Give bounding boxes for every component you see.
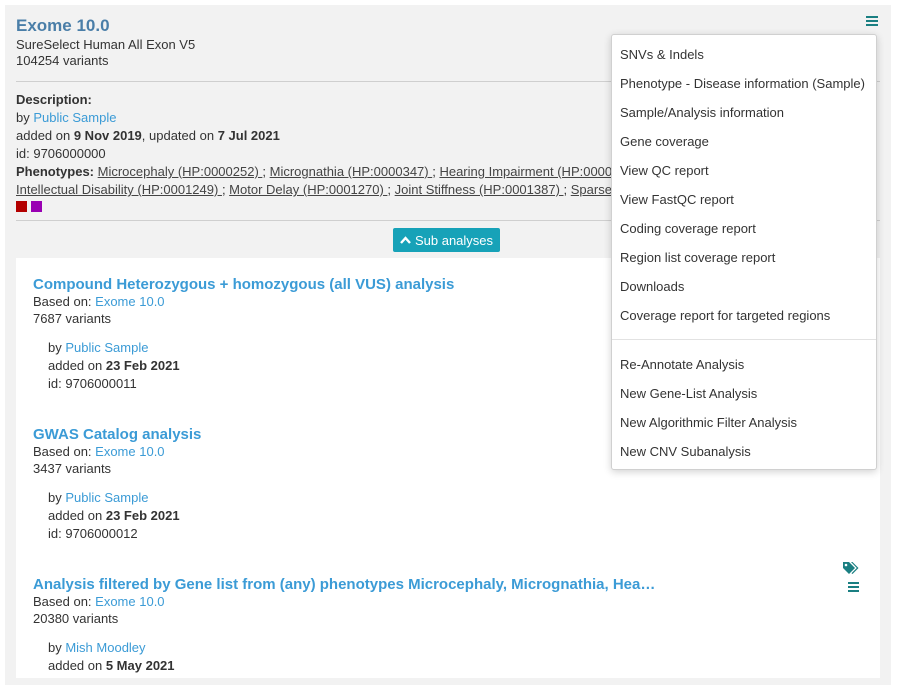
author-line: by Mish Moodley	[48, 639, 655, 657]
phenotype-link[interactable]: Motor Delay (HP:0001270)	[229, 182, 387, 197]
added-prefix: added on	[48, 358, 106, 373]
sub-analysis-title[interactable]: GWAS Catalog analysis	[33, 426, 201, 443]
added-prefix: added on	[48, 508, 106, 523]
author-link[interactable]: Public Sample	[65, 490, 148, 505]
based-on-line: Based on: Exome 10.0	[33, 593, 655, 610]
sub-analysis-variant-count: 7687 variants	[33, 311, 112, 326]
added-line: added on 23 Feb 2021	[48, 507, 201, 525]
list-item: Compound Heterozygous + homozygous (all …	[33, 276, 454, 393]
based-on-link[interactable]: Exome 10.0	[95, 444, 164, 459]
menu-item-fastqc-report[interactable]: View FastQC report	[612, 185, 876, 214]
phenotypes-label: Phenotypes:	[16, 164, 95, 179]
sub-analysis-id: id: 9706000011	[48, 376, 137, 391]
phenotype-link[interactable]: Joint Stiffness (HP:0001387)	[395, 182, 564, 197]
updated-prefix: , updated on	[141, 128, 218, 143]
menu-item-downloads[interactable]: Downloads	[612, 272, 876, 301]
updated-date: 7 Jul 2021	[217, 128, 280, 143]
sub-analysis-meta: by Public Sample added on 23 Feb 2021 id…	[48, 489, 201, 543]
author-link[interactable]: Public Sample	[33, 110, 116, 125]
added-date: 23 Feb 2021	[105, 358, 180, 373]
menu-item-new-algorithmic-filter[interactable]: New Algorithmic Filter Analysis	[612, 408, 876, 437]
based-on-prefix: Based on:	[33, 294, 96, 309]
author-line: by Public Sample	[48, 339, 454, 357]
list-item: Analysis filtered by Gene list from (any…	[33, 576, 655, 675]
phenotype-link[interactable]: Intellectual Disability (HP:0001249)	[16, 182, 222, 197]
menu-item-gene-coverage[interactable]: Gene coverage	[612, 127, 876, 156]
based-on-line: Based on: Exome 10.0	[33, 293, 454, 310]
description-label: Description:	[16, 92, 92, 107]
added-date: 5 May 2021	[105, 658, 175, 673]
menu-item-phenotype-disease-info[interactable]: Phenotype - Disease information (Sample)	[612, 69, 876, 98]
color-tags	[16, 201, 42, 212]
added-line: added on 5 May 2021	[48, 657, 655, 675]
menu-item-new-cnv-subanalysis[interactable]: New CNV Subanalysis	[612, 437, 876, 466]
menu-item-new-gene-list-analysis[interactable]: New Gene-List Analysis	[612, 379, 876, 408]
sub-analysis-meta: by Public Sample added on 23 Feb 2021 id…	[48, 339, 454, 393]
menu-item-coding-coverage-report[interactable]: Coding coverage report	[612, 214, 876, 243]
color-tag-purple[interactable]	[31, 201, 42, 212]
list-item: GWAS Catalog analysis Based on: Exome 10…	[33, 426, 201, 543]
description-block: Description: by Public Sample added on 9…	[16, 91, 616, 199]
based-on-link[interactable]: Exome 10.0	[95, 294, 164, 309]
based-on-prefix: Based on:	[33, 444, 96, 459]
sub-analysis-title[interactable]: Analysis filtered by Gene list from (any…	[33, 576, 655, 593]
by-prefix: by	[16, 110, 34, 125]
author-line: by Public Sample	[16, 109, 616, 127]
sub-analysis-variant-count: 20380 variants	[33, 611, 119, 626]
menu-item-re-annotate[interactable]: Re-Annotate Analysis	[612, 350, 876, 379]
hamburger-icon[interactable]	[848, 582, 859, 594]
menu-item-snvs-indels[interactable]: SNVs & Indels	[612, 40, 876, 69]
sub-analyses-label: Sub analyses	[414, 232, 494, 248]
item-tools	[842, 561, 860, 594]
color-tag-red[interactable]	[16, 201, 27, 212]
analysis-variant-count: 104254 variants	[16, 53, 109, 68]
menu-item-region-list-coverage-report[interactable]: Region list coverage report	[612, 243, 876, 272]
sub-analysis-meta: by Mish Moodley added on 5 May 2021	[48, 639, 655, 675]
author-link[interactable]: Mish Moodley	[65, 640, 145, 655]
hamburger-icon[interactable]	[866, 16, 878, 28]
added-prefix: added on	[48, 658, 106, 673]
by-prefix: by	[48, 490, 66, 505]
added-prefix: added on	[16, 128, 74, 143]
tags-icon[interactable]	[842, 561, 860, 575]
menu-item-qc-report[interactable]: View QC report	[612, 156, 876, 185]
based-on-prefix: Based on:	[33, 594, 96, 609]
sub-analyses-button[interactable]: Sub analyses	[393, 228, 500, 252]
author-line: by Public Sample	[48, 489, 201, 507]
menu-item-sample-analysis-info[interactable]: Sample/Analysis information	[612, 98, 876, 127]
based-on-line: Based on: Exome 10.0	[33, 443, 201, 460]
phenotype-link[interactable]: Microcephaly (HP:0000252)	[98, 164, 263, 179]
analysis-id: id: 9706000000	[16, 146, 106, 161]
analysis-subtitle: SureSelect Human All Exon V5	[16, 37, 196, 52]
author-link[interactable]: Public Sample	[65, 340, 148, 355]
added-date: 9 Nov 2019	[73, 128, 142, 143]
based-on-link[interactable]: Exome 10.0	[95, 594, 164, 609]
menu-item-targeted-regions-coverage[interactable]: Coverage report for targeted regions	[612, 301, 876, 330]
added-date: 23 Feb 2021	[105, 508, 180, 523]
menu-divider	[612, 339, 876, 340]
phenotype-separator: ;	[262, 164, 270, 179]
by-prefix: by	[48, 340, 66, 355]
by-prefix: by	[48, 640, 66, 655]
actions-dropdown-menu: SNVs & Indels Phenotype - Disease inform…	[611, 34, 877, 470]
phenotypes-line-2: Intellectual Disability (HP:0001249) ; M…	[16, 181, 612, 199]
sub-analysis-title[interactable]: Compound Heterozygous + homozygous (all …	[33, 276, 454, 293]
phenotype-link[interactable]: Hearing Impairment (HP:0000365)	[439, 164, 612, 179]
phenotypes-line-1: Phenotypes: Microcephaly (HP:0000252) ; …	[16, 163, 612, 181]
phenotype-separator: ;	[563, 182, 571, 197]
analysis-title[interactable]: Exome 10.0	[16, 16, 110, 36]
chevron-up-icon	[400, 235, 411, 244]
sub-analysis-variant-count: 3437 variants	[33, 461, 112, 476]
phenotype-link[interactable]: Sparse hair (HP:0008070)	[571, 182, 612, 197]
sub-analysis-id: id: 9706000012	[48, 526, 138, 541]
added-line: added on 23 Feb 2021	[48, 357, 454, 375]
phenotype-separator: ;	[387, 182, 395, 197]
phenotype-link[interactable]: Micrognathia (HP:0000347)	[270, 164, 433, 179]
dates-line: added on 9 Nov 2019, updated on 7 Jul 20…	[16, 127, 616, 145]
